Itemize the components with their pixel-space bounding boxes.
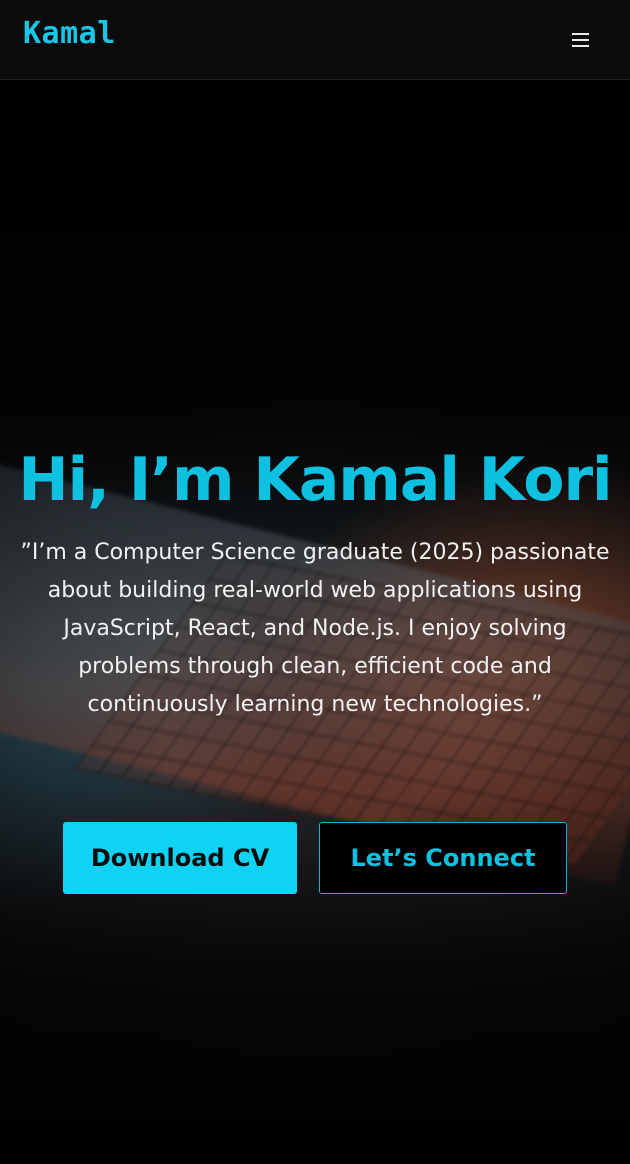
menu-button[interactable] bbox=[560, 24, 600, 56]
download-cv-button[interactable]: Download CV bbox=[63, 822, 297, 894]
hero-description: ”I’m a Computer Science graduate (2025) … bbox=[20, 540, 610, 717]
brand-logo[interactable]: Kamal bbox=[23, 16, 116, 51]
hamburger-menu-icon bbox=[571, 33, 589, 47]
lets-connect-button[interactable]: Let’s Connect bbox=[319, 822, 567, 894]
navbar: Kamal bbox=[0, 0, 630, 80]
hero-actions: Download CV Let’s Connect bbox=[63, 822, 567, 894]
hero-section: Hi, I’m Kamal Kori ”I’m a Computer Scien… bbox=[0, 440, 630, 724]
page: Kamal Hi, I’m Kamal Kori ”I’m a Computer… bbox=[0, 0, 630, 1164]
hero-title: Hi, I’m Kamal Kori bbox=[18, 445, 612, 515]
